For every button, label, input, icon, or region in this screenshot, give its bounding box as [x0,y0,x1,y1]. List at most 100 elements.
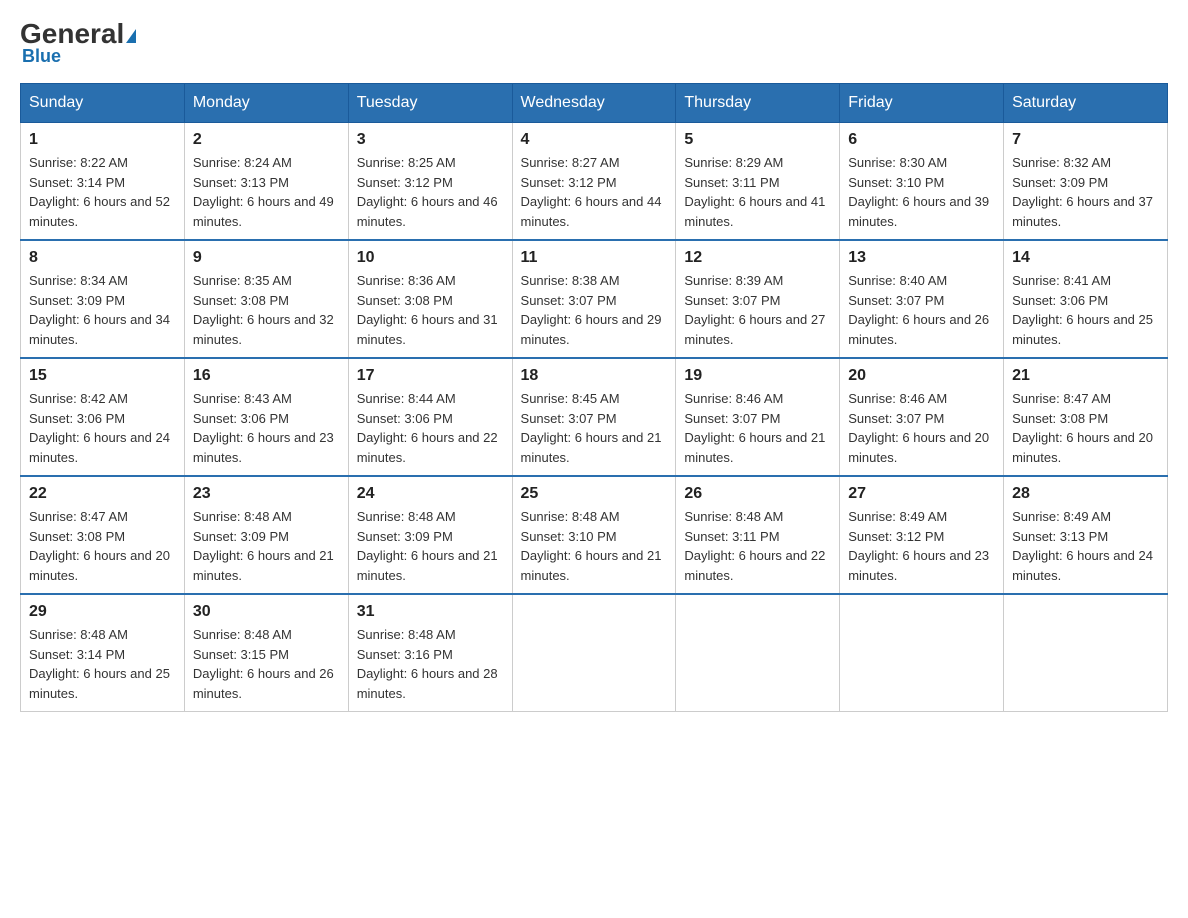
day-info: Sunrise: 8:48 AMSunset: 3:11 PMDaylight:… [684,507,831,585]
day-info: Sunrise: 8:40 AMSunset: 3:07 PMDaylight:… [848,271,995,349]
day-number: 2 [193,131,340,149]
day-info: Sunrise: 8:34 AMSunset: 3:09 PMDaylight:… [29,271,176,349]
day-info: Sunrise: 8:35 AMSunset: 3:08 PMDaylight:… [193,271,340,349]
calendar-cell: 25 Sunrise: 8:48 AMSunset: 3:10 PMDayligh… [512,476,676,594]
weekday-header-row: Sunday Monday Tuesday Wednesday Thursday… [21,84,1168,123]
day-number: 20 [848,367,995,385]
day-info: Sunrise: 8:32 AMSunset: 3:09 PMDaylight:… [1012,153,1159,231]
day-number: 19 [684,367,831,385]
calendar-cell [676,594,840,712]
day-number: 12 [684,249,831,267]
calendar-week-row: 1 Sunrise: 8:22 AMSunset: 3:14 PMDaylight… [21,123,1168,241]
header-saturday: Saturday [1004,84,1168,123]
day-info: Sunrise: 8:47 AMSunset: 3:08 PMDaylight:… [1012,389,1159,467]
day-info: Sunrise: 8:48 AMSunset: 3:10 PMDaylight:… [521,507,668,585]
day-info: Sunrise: 8:49 AMSunset: 3:13 PMDaylight:… [1012,507,1159,585]
calendar-cell: 30 Sunrise: 8:48 AMSunset: 3:15 PMDayligh… [184,594,348,712]
day-info: Sunrise: 8:46 AMSunset: 3:07 PMDaylight:… [848,389,995,467]
day-number: 5 [684,131,831,149]
day-number: 25 [521,485,668,503]
header-tuesday: Tuesday [348,84,512,123]
day-info: Sunrise: 8:44 AMSunset: 3:06 PMDaylight:… [357,389,504,467]
day-number: 28 [1012,485,1159,503]
calendar-cell [512,594,676,712]
calendar-cell: 31 Sunrise: 8:48 AMSunset: 3:16 PMDayligh… [348,594,512,712]
day-number: 18 [521,367,668,385]
calendar-cell: 14 Sunrise: 8:41 AMSunset: 3:06 PMDayligh… [1004,240,1168,358]
day-number: 14 [1012,249,1159,267]
calendar-cell: 22 Sunrise: 8:47 AMSunset: 3:08 PMDayligh… [21,476,185,594]
calendar-cell: 19 Sunrise: 8:46 AMSunset: 3:07 PMDayligh… [676,358,840,476]
day-info: Sunrise: 8:29 AMSunset: 3:11 PMDaylight:… [684,153,831,231]
header-wednesday: Wednesday [512,84,676,123]
calendar-cell: 7Sunrise: 8:32 AMSunset: 3:09 PMDaylight… [1004,123,1168,241]
day-number: 15 [29,367,176,385]
day-info: Sunrise: 8:41 AMSunset: 3:06 PMDaylight:… [1012,271,1159,349]
calendar-cell: 1 Sunrise: 8:22 AMSunset: 3:14 PMDaylight… [21,123,185,241]
calendar-cell: 3Sunrise: 8:25 AMSunset: 3:12 PMDaylight… [348,123,512,241]
calendar-cell: 10 Sunrise: 8:36 AMSunset: 3:08 PMDayligh… [348,240,512,358]
day-info: Sunrise: 8:48 AMSunset: 3:14 PMDaylight:… [29,625,176,703]
calendar-cell: 13Sunrise: 8:40 AMSunset: 3:07 PMDayligh… [840,240,1004,358]
calendar-cell: 12Sunrise: 8:39 AMSunset: 3:07 PMDayligh… [676,240,840,358]
day-info: Sunrise: 8:22 AMSunset: 3:14 PMDaylight:… [29,153,176,231]
day-info: Sunrise: 8:27 AMSunset: 3:12 PMDaylight:… [521,153,668,231]
calendar-cell: 15 Sunrise: 8:42 AMSunset: 3:06 PMDayligh… [21,358,185,476]
day-info: Sunrise: 8:48 AMSunset: 3:09 PMDaylight:… [193,507,340,585]
day-info: Sunrise: 8:47 AMSunset: 3:08 PMDaylight:… [29,507,176,585]
calendar-cell: 6Sunrise: 8:30 AMSunset: 3:10 PMDaylight… [840,123,1004,241]
calendar-cell: 28 Sunrise: 8:49 AMSunset: 3:13 PMDayligh… [1004,476,1168,594]
day-info: Sunrise: 8:48 AMSunset: 3:09 PMDaylight:… [357,507,504,585]
calendar-cell: 17Sunrise: 8:44 AMSunset: 3:06 PMDayligh… [348,358,512,476]
day-number: 29 [29,603,176,621]
day-number: 8 [29,249,176,267]
day-number: 30 [193,603,340,621]
day-number: 6 [848,131,995,149]
calendar-cell: 8 Sunrise: 8:34 AMSunset: 3:09 PMDaylight… [21,240,185,358]
calendar-cell: 11 Sunrise: 8:38 AMSunset: 3:07 PMDayligh… [512,240,676,358]
calendar-cell: 2Sunrise: 8:24 AMSunset: 3:13 PMDaylight… [184,123,348,241]
day-info: Sunrise: 8:25 AMSunset: 3:12 PMDaylight:… [357,153,504,231]
day-number: 26 [684,485,831,503]
day-info: Sunrise: 8:48 AMSunset: 3:16 PMDaylight:… [357,625,504,703]
logo-blue: Blue [22,46,61,67]
day-info: Sunrise: 8:45 AMSunset: 3:07 PMDaylight:… [521,389,668,467]
day-number: 11 [521,249,668,267]
day-info: Sunrise: 8:38 AMSunset: 3:07 PMDaylight:… [521,271,668,349]
day-number: 1 [29,131,176,149]
calendar-table: Sunday Monday Tuesday Wednesday Thursday… [20,83,1168,712]
logo-text: General [20,20,136,48]
page-header: General Blue [20,20,1168,67]
calendar-week-row: 29 Sunrise: 8:48 AMSunset: 3:14 PMDayligh… [21,594,1168,712]
calendar-cell: 29 Sunrise: 8:48 AMSunset: 3:14 PMDayligh… [21,594,185,712]
calendar-cell: 20 Sunrise: 8:46 AMSunset: 3:07 PMDayligh… [840,358,1004,476]
header-thursday: Thursday [676,84,840,123]
calendar-cell: 27 Sunrise: 8:49 AMSunset: 3:12 PMDayligh… [840,476,1004,594]
day-number: 24 [357,485,504,503]
day-info: Sunrise: 8:43 AMSunset: 3:06 PMDaylight:… [193,389,340,467]
day-number: 22 [29,485,176,503]
calendar-week-row: 22 Sunrise: 8:47 AMSunset: 3:08 PMDayligh… [21,476,1168,594]
day-number: 9 [193,249,340,267]
day-number: 31 [357,603,504,621]
calendar-cell: 9 Sunrise: 8:35 AMSunset: 3:08 PMDaylight… [184,240,348,358]
calendar-cell: 16 Sunrise: 8:43 AMSunset: 3:06 PMDayligh… [184,358,348,476]
calendar-cell: 26 Sunrise: 8:48 AMSunset: 3:11 PMDayligh… [676,476,840,594]
day-number: 16 [193,367,340,385]
calendar-cell: 4Sunrise: 8:27 AMSunset: 3:12 PMDaylight… [512,123,676,241]
day-number: 27 [848,485,995,503]
calendar-cell [840,594,1004,712]
day-info: Sunrise: 8:36 AMSunset: 3:08 PMDaylight:… [357,271,504,349]
day-info: Sunrise: 8:49 AMSunset: 3:12 PMDaylight:… [848,507,995,585]
calendar-cell: 23Sunrise: 8:48 AMSunset: 3:09 PMDayligh… [184,476,348,594]
calendar-cell [1004,594,1168,712]
day-info: Sunrise: 8:46 AMSunset: 3:07 PMDaylight:… [684,389,831,467]
calendar-cell: 24 Sunrise: 8:48 AMSunset: 3:09 PMDayligh… [348,476,512,594]
logo-general: General [20,18,124,49]
day-number: 10 [357,249,504,267]
day-info: Sunrise: 8:48 AMSunset: 3:15 PMDaylight:… [193,625,340,703]
day-info: Sunrise: 8:42 AMSunset: 3:06 PMDaylight:… [29,389,176,467]
header-monday: Monday [184,84,348,123]
calendar-week-row: 8 Sunrise: 8:34 AMSunset: 3:09 PMDaylight… [21,240,1168,358]
calendar-cell: 21Sunrise: 8:47 AMSunset: 3:08 PMDayligh… [1004,358,1168,476]
